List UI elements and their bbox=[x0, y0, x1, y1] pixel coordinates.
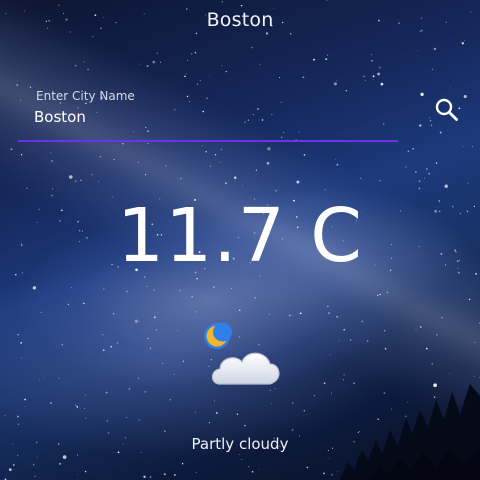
partly-cloudy-night-icon bbox=[204, 322, 280, 385]
search-icon bbox=[435, 98, 458, 121]
tree-silhouette bbox=[340, 384, 480, 480]
city-input[interactable] bbox=[34, 106, 384, 128]
weather-screen: Boston Enter City Name 11.7 C Partly clo… bbox=[0, 0, 480, 480]
weather-condition: Partly cloudy bbox=[191, 435, 289, 453]
city-field-underline bbox=[18, 140, 398, 142]
city-title: Boston bbox=[206, 9, 274, 31]
city-field-label: Enter City Name bbox=[36, 89, 135, 103]
temperature-value: 11.7 C bbox=[117, 193, 363, 279]
city-search-field[interactable]: Enter City Name bbox=[18, 86, 398, 142]
search-button[interactable] bbox=[432, 95, 462, 125]
